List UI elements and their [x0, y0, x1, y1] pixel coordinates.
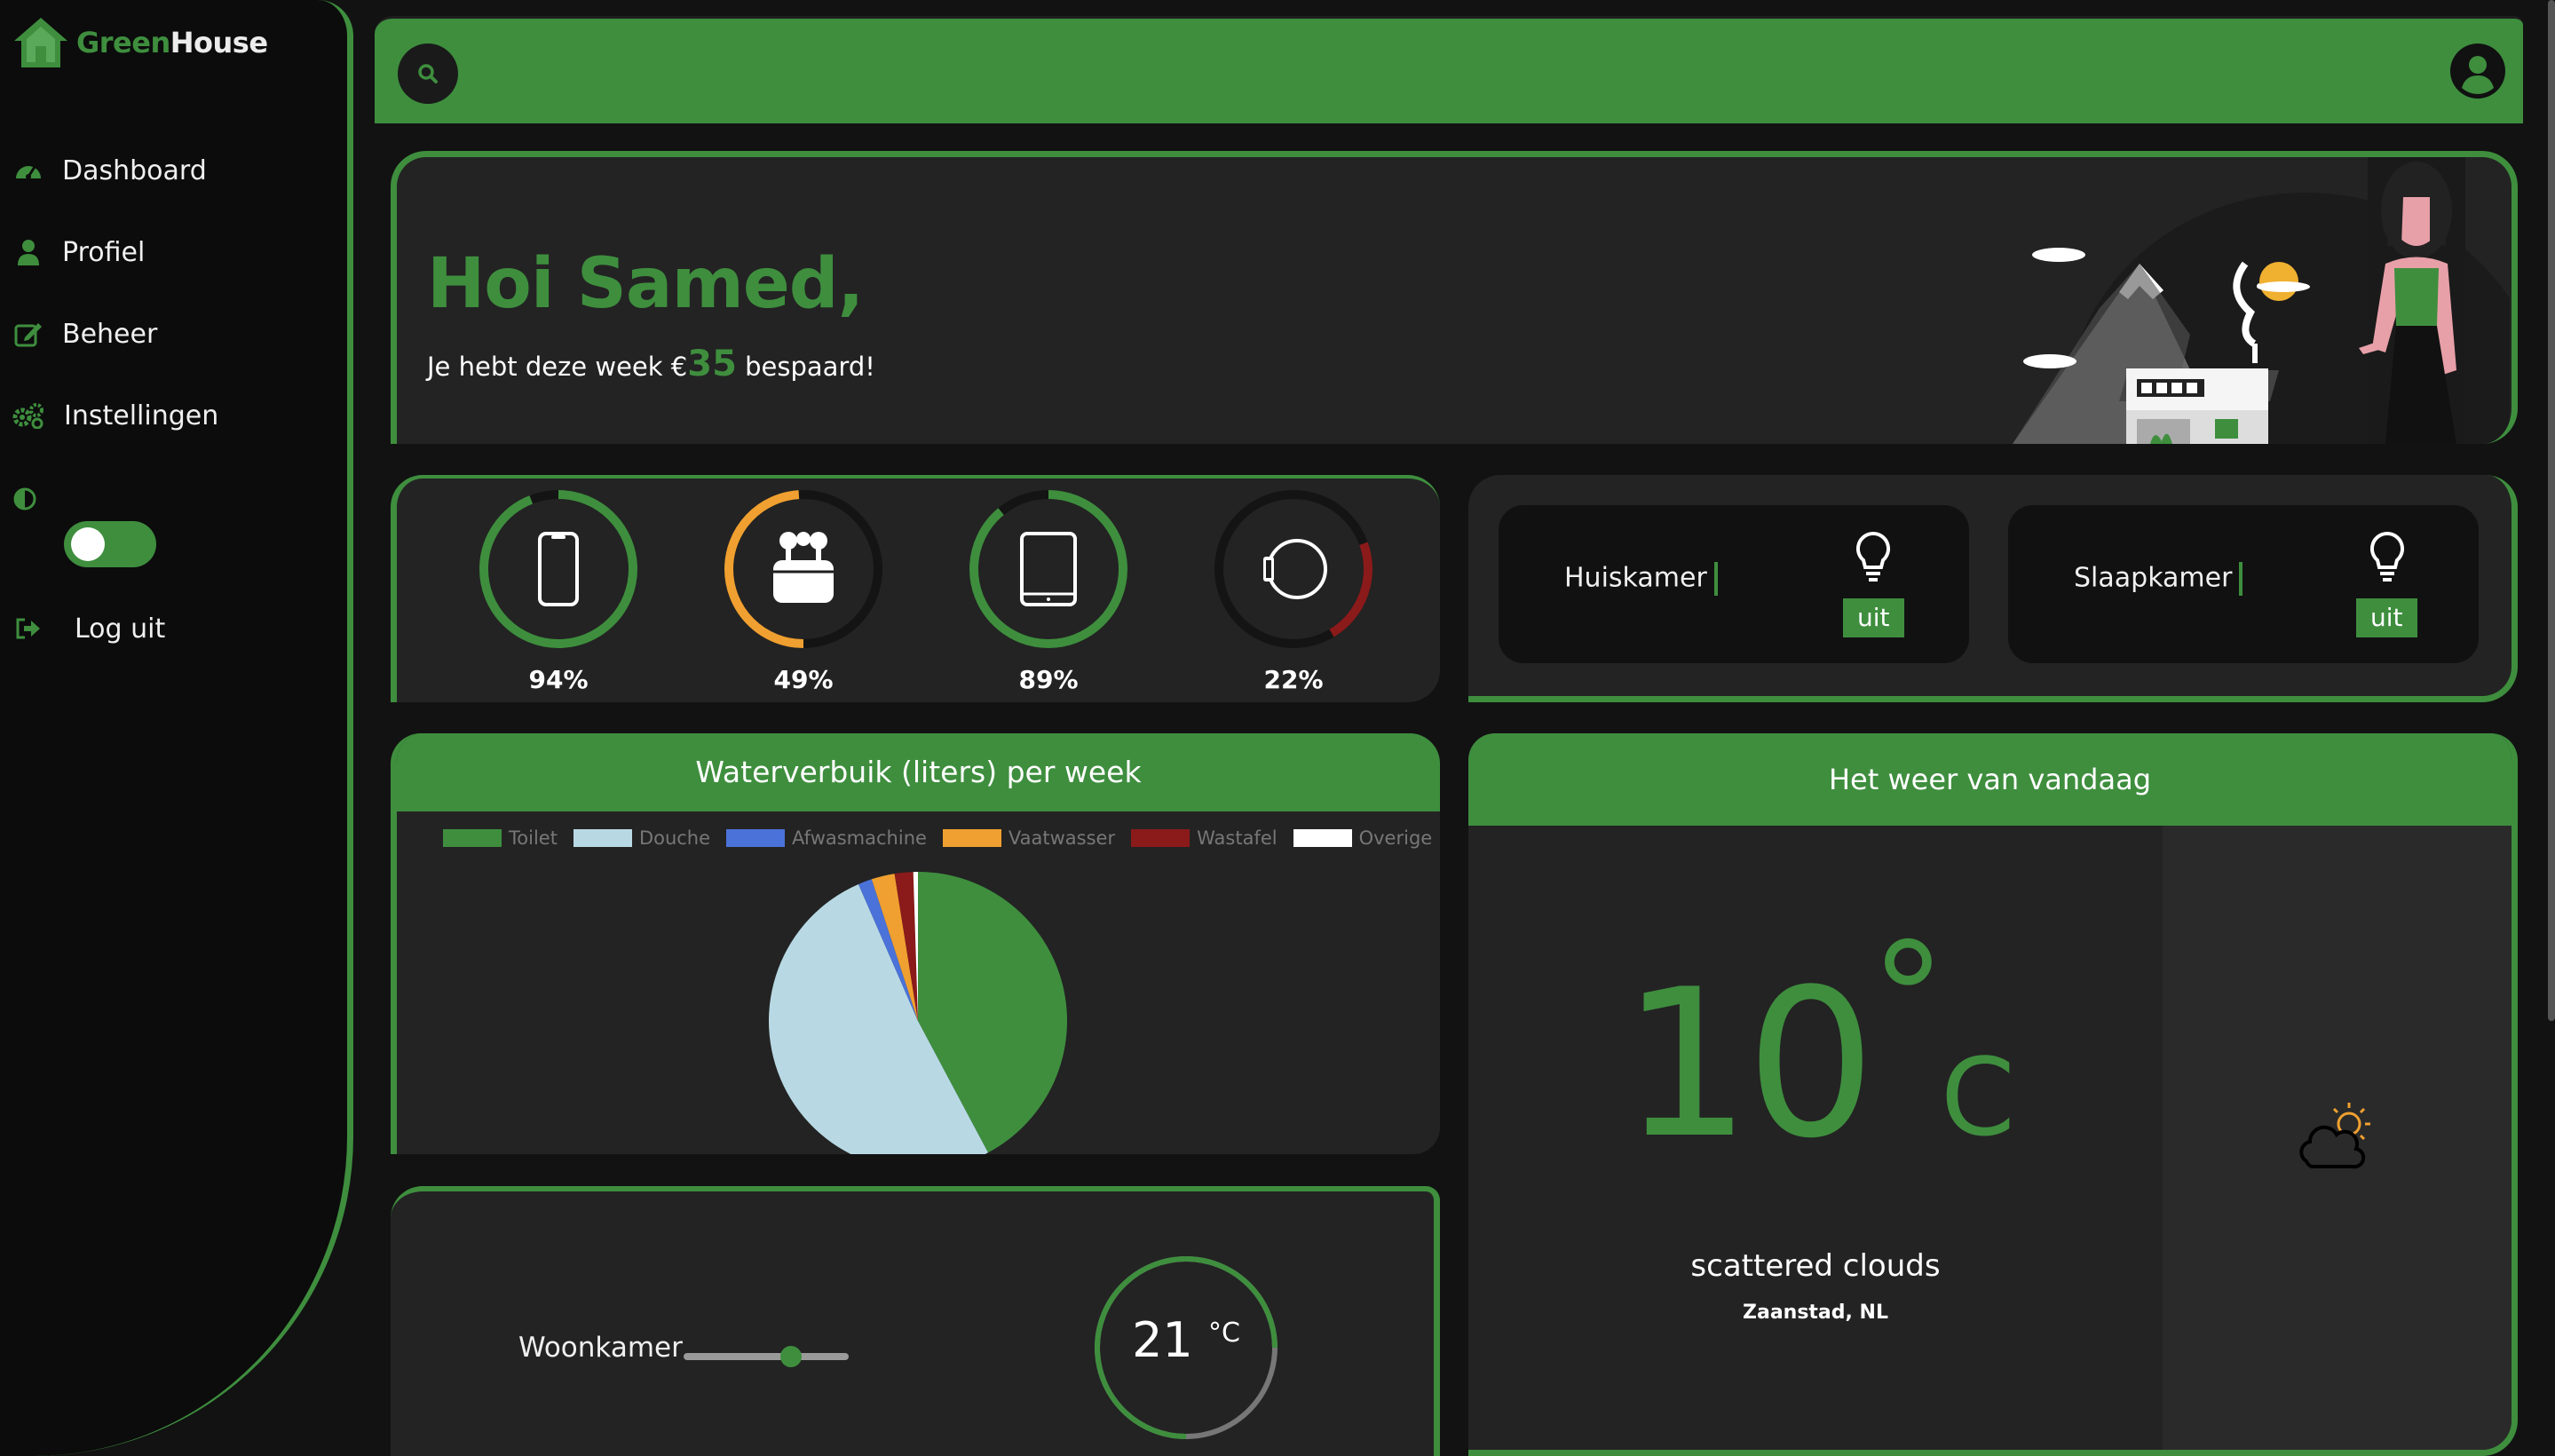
weather-card: Het weer van vandaag 10°C scattered clou… [1468, 733, 2518, 1456]
device-airpods[interactable]: 49% [715, 487, 892, 700]
chart-title: Waterverbuik (liters) per week [397, 733, 1440, 811]
partly-cloudy-icon [2299, 1103, 2370, 1169]
battery-percent: 49% [773, 665, 834, 694]
weather-description: scattered clouds [1690, 1248, 1941, 1284]
toggle-knob [71, 527, 105, 561]
user-circle-icon [2452, 45, 2504, 97]
weather-location: Zaanstad, NL [1743, 1302, 1888, 1324]
battery-percent: 94% [528, 665, 589, 694]
welcome-card: Hoi Samed, Je hebt deze week €35 bespaar… [391, 151, 2518, 444]
devices-card: 94% 49% 89% 22% [391, 475, 1440, 702]
search-button[interactable] [398, 44, 458, 104]
user-icon [12, 236, 44, 268]
thermostat-card: Woonkamer 21 °C [391, 1186, 1440, 1456]
battery-percent: 89% [1018, 665, 1079, 694]
theme-toggle[interactable] [64, 521, 156, 567]
device-tablet[interactable]: 89% [960, 487, 1137, 700]
nav-instellingen[interactable]: Instellingen [12, 400, 218, 431]
nav-logout[interactable]: Log uit [12, 613, 165, 645]
nav-label: Instellingen [64, 400, 219, 431]
edit-icon [12, 318, 44, 350]
search-icon [418, 64, 438, 83]
battery-ring [724, 490, 882, 648]
temperature-value: 21 °C [1132, 1312, 1240, 1368]
savings-text: Je hebt deze week €35 bespaard! [427, 344, 875, 384]
weather-temperature: 10°C [1621, 911, 2014, 1183]
room-name: Slaapkamer [2074, 562, 2233, 594]
thermostat-room: Woonkamer [518, 1332, 683, 1364]
light-huiskamer: Huiskamer uit [1499, 505, 1969, 663]
tablet-icon [1020, 532, 1077, 606]
lightbulb-icon [2369, 531, 2405, 582]
sidebar: GreenHouse Dashboard Profiel Beheer Inst… [0, 0, 353, 1456]
device-phone[interactable]: 94% [470, 487, 647, 700]
phone-icon [538, 532, 579, 606]
battery-ring [969, 490, 1127, 648]
weather-title: Het weer van vandaag [1468, 733, 2511, 826]
temperature-slider[interactable] [684, 1346, 849, 1367]
nav-label: Dashboard [62, 154, 207, 186]
airpods-icon [773, 532, 834, 603]
savings-amount: 35 [687, 344, 737, 384]
battery-ring [479, 490, 637, 648]
brand-logo[interactable]: GreenHouse [12, 16, 268, 69]
battery-ring [1214, 490, 1372, 648]
user-menu-button[interactable] [2450, 44, 2505, 99]
nav-label: Log uit [75, 613, 166, 645]
nav-label: Beheer [62, 318, 158, 350]
house-illustration [2013, 157, 2510, 444]
light-status-button[interactable]: uit [2356, 598, 2417, 637]
nav-dashboard[interactable]: Dashboard [12, 154, 207, 186]
light-slaapkamer: Slaapkamer uit [2008, 505, 2479, 663]
lights-card: Huiskamer uit Slaapkamer uit [1468, 475, 2518, 702]
nav-profiel[interactable]: Profiel [12, 236, 145, 268]
contrast-icon [12, 487, 37, 515]
logout-icon [12, 613, 44, 645]
water-chart-card: Waterverbuik (liters) per week Toilet Do… [391, 733, 1440, 1154]
light-status-button[interactable]: uit [1843, 598, 1904, 637]
brand-name: GreenHouse [76, 26, 268, 59]
battery-percent: 22% [1263, 665, 1324, 694]
nav-beheer[interactable]: Beheer [12, 318, 157, 350]
watch-icon [1263, 539, 1327, 599]
room-name: Huiskamer [1564, 562, 1707, 594]
pie-chart [769, 872, 1067, 1154]
page-scrollbar[interactable] [2548, 0, 2555, 1021]
nav-label: Profiel [62, 236, 146, 268]
speedometer-icon [12, 154, 44, 186]
lightbulb-icon [1855, 531, 1891, 582]
top-bar [375, 16, 2523, 123]
device-watch[interactable]: 22% [1205, 487, 1382, 700]
gears-icon [12, 400, 44, 431]
greeting: Hoi Samed, [427, 244, 864, 324]
house-icon [14, 18, 67, 67]
slider-handle[interactable] [779, 1346, 802, 1367]
